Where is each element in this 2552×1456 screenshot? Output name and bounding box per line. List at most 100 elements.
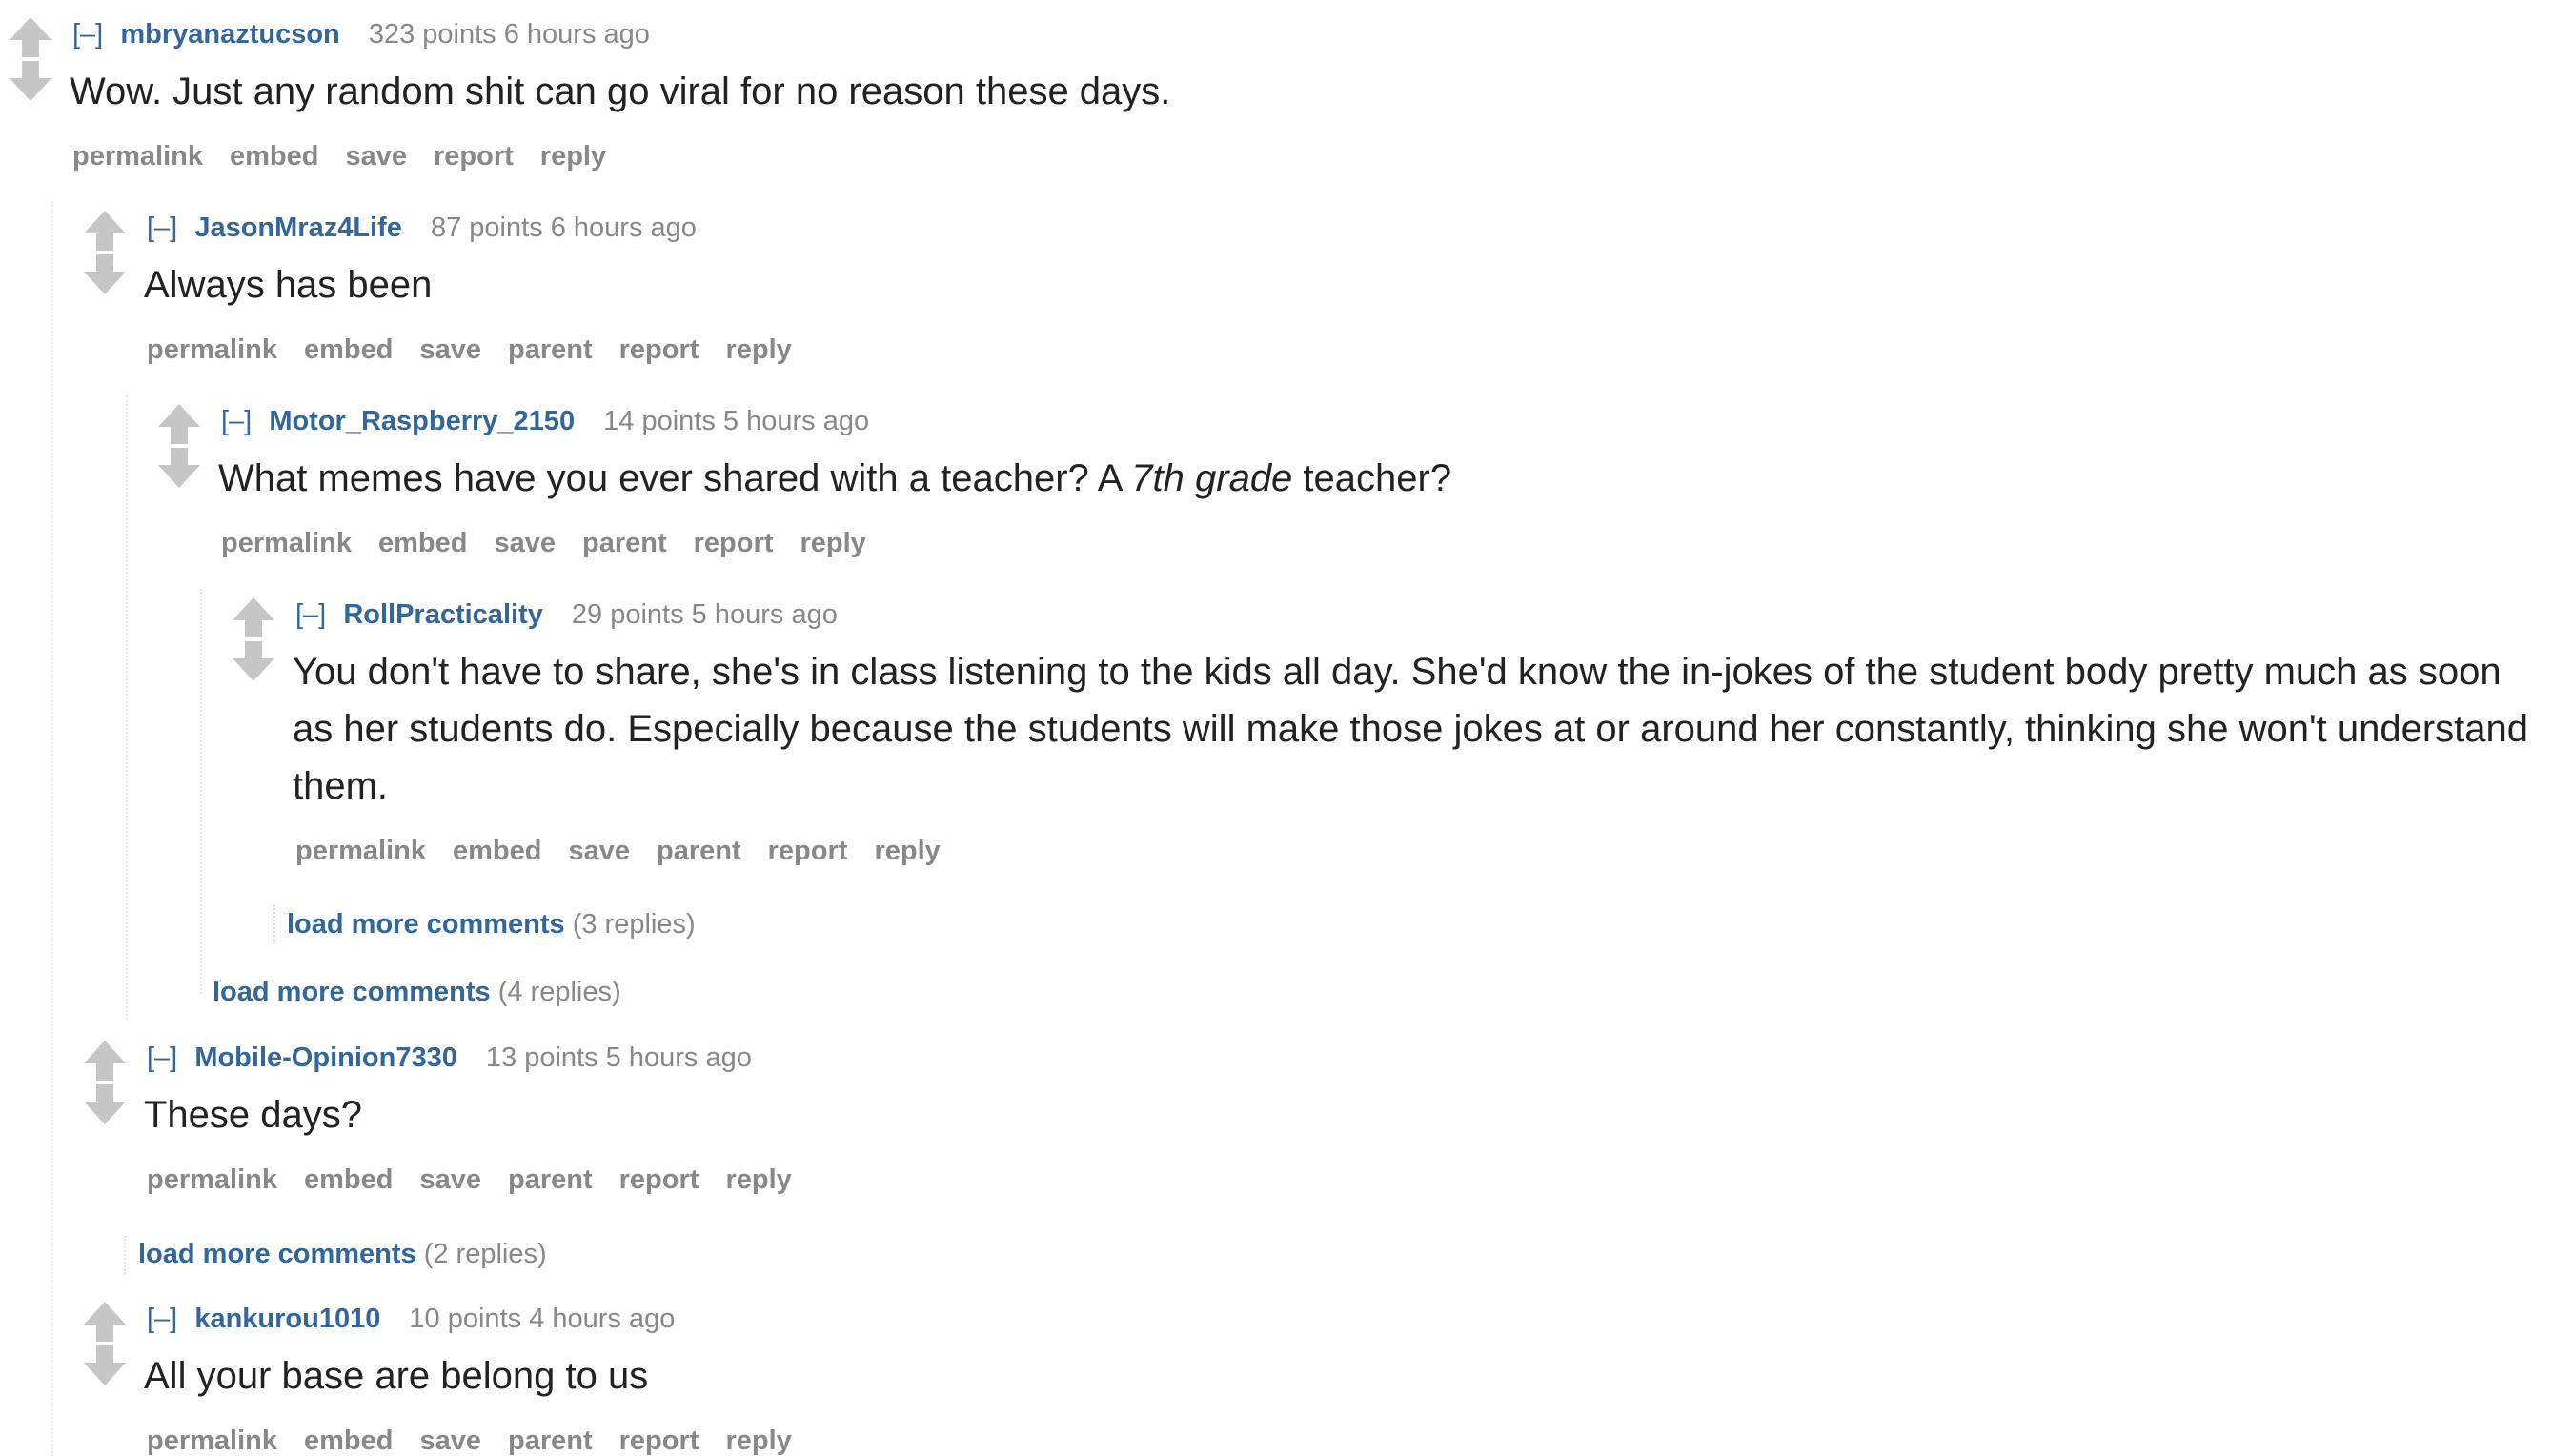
report-button[interactable]: report [619, 334, 699, 365]
comment-body: These days? [144, 1094, 363, 1136]
score: 13 points [485, 1042, 598, 1073]
reply-button[interactable]: reply [874, 836, 940, 866]
thread-line-level-2 [126, 395, 128, 1020]
downvote-arrow-icon[interactable] [6, 59, 55, 103]
downvote-arrow-icon[interactable] [80, 253, 130, 296]
comment: [–] Motor_Raspberry_2150 14 points 5 hou… [149, 402, 2531, 574]
upvote-arrow-icon[interactable] [6, 15, 55, 59]
collapse-toggle[interactable]: [–] [221, 406, 252, 436]
embed-button[interactable]: embed [304, 1426, 393, 1456]
save-button[interactable]: save [494, 528, 556, 558]
report-button[interactable]: report [619, 1164, 699, 1195]
embed-button[interactable]: embed [304, 1164, 393, 1195]
timestamp: 5 hours ago [722, 406, 870, 436]
embed-button[interactable]: embed [453, 836, 541, 866]
load-more-link[interactable]: load more comments [138, 1239, 416, 1269]
comment-body: Wow. Just any random shit can go viral f… [70, 71, 1171, 112]
score: 87 points [430, 212, 543, 243]
reply-count: (3 replies) [572, 909, 696, 940]
permalink-button[interactable]: permalink [72, 141, 203, 172]
collapse-toggle[interactable]: [–] [147, 1042, 177, 1073]
body-text: What memes have you ever shared with a t… [218, 457, 1132, 499]
reply-button[interactable]: reply [725, 1164, 791, 1195]
load-more-comments: load more comments (3 replies) [287, 905, 696, 943]
save-button[interactable]: save [419, 1164, 481, 1195]
upvote-arrow-icon[interactable] [80, 1300, 130, 1344]
comment: [–] kankurou1010 10 points 4 hours ago A… [74, 1300, 2533, 1456]
reply-button[interactable]: reply [725, 334, 791, 365]
report-button[interactable]: report [768, 836, 848, 866]
comment-buttons: permalink embed save report reply [72, 137, 633, 175]
parent-button[interactable]: parent [508, 1164, 593, 1195]
permalink-button[interactable]: permalink [295, 836, 426, 866]
save-button[interactable]: save [345, 141, 407, 172]
comment-thread: [–] mbryanaztucson 323 points 6 hours ag… [0, 0, 2552, 1456]
save-button[interactable]: save [419, 334, 481, 365]
comment-buttons: permalink embed save parent report reply [295, 832, 967, 870]
reply-count: (2 replies) [423, 1239, 547, 1269]
score: 14 points [603, 406, 716, 436]
upvote-arrow-icon[interactable] [80, 209, 130, 253]
author-link[interactable]: mbryanaztucson [120, 19, 339, 50]
collapse-toggle[interactable]: [–] [295, 599, 326, 630]
downvote-arrow-icon[interactable] [154, 446, 204, 490]
body-emphasis: 7th grade [1131, 457, 1293, 499]
comment-body: What memes have you ever shared with a t… [218, 450, 2505, 507]
timestamp: 6 hours ago [503, 19, 650, 50]
embed-button[interactable]: embed [230, 141, 318, 172]
comment-tagline: [–] Motor_Raspberry_2150 14 points 5 hou… [221, 402, 869, 440]
comment: [–] mbryanaztucson 323 points 6 hours ag… [0, 15, 2535, 187]
upvote-arrow-icon[interactable] [80, 1039, 130, 1082]
downvote-arrow-icon[interactable] [229, 639, 278, 683]
comment-tagline: [–] JasonMraz4Life 87 points 6 hours ago [147, 209, 697, 247]
author-link[interactable]: RollPracticality [343, 599, 543, 630]
reply-button[interactable]: reply [540, 141, 606, 172]
reply-button[interactable]: reply [800, 528, 865, 558]
permalink-button[interactable]: permalink [147, 1164, 277, 1195]
load-more-link[interactable]: load more comments [287, 909, 565, 940]
body-text: teacher? [1292, 457, 1452, 499]
thread-line-level-1 [51, 202, 53, 1456]
parent-button[interactable]: parent [582, 528, 667, 558]
report-button[interactable]: report [434, 141, 514, 172]
comment-buttons: permalink embed save parent report reply [147, 1161, 819, 1199]
timestamp: 5 hours ago [691, 599, 838, 630]
embed-button[interactable]: embed [378, 528, 467, 558]
save-button[interactable]: save [568, 836, 630, 866]
author-link[interactable]: Motor_Raspberry_2150 [269, 406, 575, 436]
parent-button[interactable]: parent [508, 334, 593, 365]
downvote-arrow-icon[interactable] [80, 1082, 130, 1126]
reply-button[interactable]: reply [725, 1426, 791, 1456]
author-link[interactable]: Mobile-Opinion7330 [194, 1042, 457, 1073]
embed-button[interactable]: embed [304, 334, 393, 365]
collapse-toggle[interactable]: [–] [147, 1304, 177, 1334]
parent-button[interactable]: parent [508, 1426, 593, 1456]
upvote-arrow-icon[interactable] [154, 402, 204, 446]
load-more-link[interactable]: load more comments [213, 977, 491, 1007]
comment-buttons: permalink embed save parent report reply [147, 1422, 819, 1456]
collapse-toggle[interactable]: [–] [147, 212, 177, 243]
report-button[interactable]: report [694, 528, 774, 558]
upvote-arrow-icon[interactable] [229, 596, 278, 639]
author-link[interactable]: kankurou1010 [194, 1304, 380, 1334]
comment-body: All your base are belong to us [144, 1355, 649, 1397]
comment-body: Always has been [144, 264, 433, 306]
collapse-toggle[interactable]: [–] [72, 19, 103, 50]
permalink-button[interactable]: permalink [221, 528, 352, 558]
parent-button[interactable]: parent [657, 836, 741, 866]
timestamp: 5 hours ago [605, 1042, 752, 1073]
downvote-arrow-icon[interactable] [80, 1344, 130, 1387]
comment-tagline: [–] kankurou1010 10 points 4 hours ago [147, 1300, 675, 1338]
save-button[interactable]: save [419, 1426, 481, 1456]
permalink-button[interactable]: permalink [147, 334, 277, 365]
author-link[interactable]: JasonMraz4Life [194, 212, 402, 243]
reply-count: (4 replies) [497, 977, 621, 1007]
permalink-button[interactable]: permalink [147, 1426, 277, 1456]
score: 10 points [409, 1304, 522, 1334]
score: 29 points [571, 599, 684, 630]
timestamp: 6 hours ago [550, 212, 697, 243]
comment-tagline: [–] Mobile-Opinion7330 13 points 5 hours… [147, 1039, 752, 1077]
comment: [–] RollPracticality 29 points 5 hours a… [223, 596, 2548, 881]
load-more-bar [124, 1236, 126, 1274]
report-button[interactable]: report [619, 1426, 699, 1456]
